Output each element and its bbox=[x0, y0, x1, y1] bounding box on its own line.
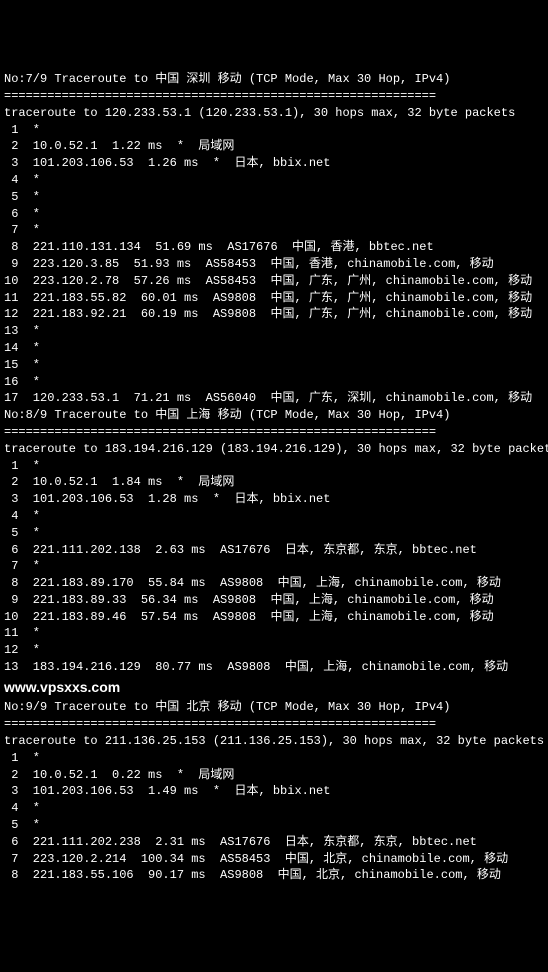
terminal-line: 10 223.120.2.78 57.26 ms AS58453 中国, 广东,… bbox=[4, 273, 548, 290]
terminal-line: 13 * bbox=[4, 323, 548, 340]
terminal-line: 11 221.183.55.82 60.01 ms AS9808 中国, 广东,… bbox=[4, 290, 548, 307]
terminal-line: No:8/9 Traceroute to 中国 上海 移动 (TCP Mode,… bbox=[4, 407, 548, 424]
terminal-line: 16 * bbox=[4, 374, 548, 391]
terminal-line: 6 221.111.202.138 2.63 ms AS17676 日本, 东京… bbox=[4, 542, 548, 559]
terminal-line: 5 * bbox=[4, 817, 548, 834]
terminal-line: No:7/9 Traceroute to 中国 深圳 移动 (TCP Mode,… bbox=[4, 71, 548, 88]
terminal-line: 4 * bbox=[4, 800, 548, 817]
terminal-line: ========================================… bbox=[4, 424, 548, 441]
terminal-line: 12 * bbox=[4, 642, 548, 659]
terminal-line: ========================================… bbox=[4, 716, 548, 733]
terminal-line: 1 * bbox=[4, 750, 548, 767]
terminal-line: 7 223.120.2.214 100.34 ms AS58453 中国, 北京… bbox=[4, 851, 548, 868]
terminal-line: 6 * bbox=[4, 206, 548, 223]
terminal-output: No:7/9 Traceroute to 中国 深圳 移动 (TCP Mode,… bbox=[4, 71, 548, 884]
terminal-line: 14 * bbox=[4, 340, 548, 357]
watermark-text: www.vpsxxs.com bbox=[4, 678, 548, 698]
terminal-line: 8 221.183.55.106 90.17 ms AS9808 中国, 北京,… bbox=[4, 867, 548, 884]
terminal-line: ========================================… bbox=[4, 88, 548, 105]
terminal-line: 2 10.0.52.1 1.84 ms * 局域网 bbox=[4, 474, 548, 491]
terminal-line: 17 120.233.53.1 71.21 ms AS56040 中国, 广东,… bbox=[4, 390, 548, 407]
terminal-line: 3 101.203.106.53 1.26 ms * 日本, bbix.net bbox=[4, 155, 548, 172]
terminal-line: traceroute to 211.136.25.153 (211.136.25… bbox=[4, 733, 548, 750]
terminal-line: 10 221.183.89.46 57.54 ms AS9808 中国, 上海,… bbox=[4, 609, 548, 626]
terminal-line: 8 221.183.89.170 55.84 ms AS9808 中国, 上海,… bbox=[4, 575, 548, 592]
terminal-line: 7 * bbox=[4, 558, 548, 575]
terminal-line: 15 * bbox=[4, 357, 548, 374]
terminal-line: 3 101.203.106.53 1.49 ms * 日本, bbix.net bbox=[4, 783, 548, 800]
terminal-line: 5 * bbox=[4, 525, 548, 542]
terminal-line: No:9/9 Traceroute to 中国 北京 移动 (TCP Mode,… bbox=[4, 699, 548, 716]
terminal-line: 8 221.110.131.134 51.69 ms AS17676 中国, 香… bbox=[4, 239, 548, 256]
terminal-line: 9 221.183.89.33 56.34 ms AS9808 中国, 上海, … bbox=[4, 592, 548, 609]
terminal-line: 9 223.120.3.85 51.93 ms AS58453 中国, 香港, … bbox=[4, 256, 548, 273]
terminal-line: 5 * bbox=[4, 189, 548, 206]
terminal-line: 4 * bbox=[4, 172, 548, 189]
terminal-line: 1 * bbox=[4, 458, 548, 475]
terminal-line: 12 221.183.92.21 60.19 ms AS9808 中国, 广东,… bbox=[4, 306, 548, 323]
terminal-line: 1 * bbox=[4, 122, 548, 139]
terminal-line: 6 221.111.202.238 2.31 ms AS17676 日本, 东京… bbox=[4, 834, 548, 851]
terminal-line: 2 10.0.52.1 0.22 ms * 局域网 bbox=[4, 767, 548, 784]
terminal-line: 4 * bbox=[4, 508, 548, 525]
terminal-line: 13 183.194.216.129 80.77 ms AS9808 中国, 上… bbox=[4, 659, 548, 676]
terminal-line: 7 * bbox=[4, 222, 548, 239]
terminal-line: 3 101.203.106.53 1.28 ms * 日本, bbix.net bbox=[4, 491, 548, 508]
terminal-line: 2 10.0.52.1 1.22 ms * 局域网 bbox=[4, 138, 548, 155]
terminal-line: traceroute to 120.233.53.1 (120.233.53.1… bbox=[4, 105, 548, 122]
terminal-line: traceroute to 183.194.216.129 (183.194.2… bbox=[4, 441, 548, 458]
terminal-line: 11 * bbox=[4, 625, 548, 642]
